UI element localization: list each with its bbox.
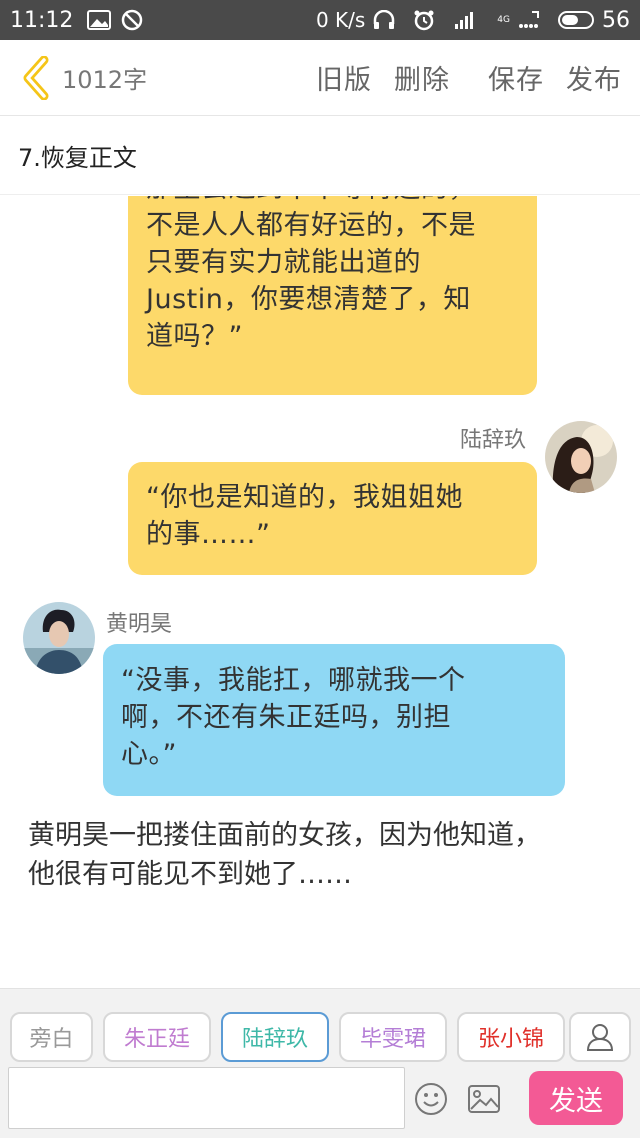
battery-icon: [558, 11, 594, 29]
message-line: Justin，你要想清楚了，知: [146, 284, 471, 315]
character-chips: 旁白 朱正廷 陆辞玖 毕雯珺 张小锦: [10, 1012, 575, 1062]
emoji-button[interactable]: [413, 1081, 449, 1117]
character-chip[interactable]: 张小锦: [457, 1012, 565, 1062]
message-line: 的事……”: [146, 519, 271, 550]
status-bar: 11:12 0 K/s 4G 56: [0, 0, 640, 40]
speaker-name: 黄明昊: [106, 612, 173, 637]
character-chip-selected[interactable]: 陆辞玖: [221, 1012, 329, 1062]
editor-header: 1012字 旧版 删除 保存 发布: [0, 40, 640, 116]
composer-bar: 旁白 朱正廷 陆辞玖 毕雯珺 张小锦 发送: [0, 988, 640, 1138]
narration-line: 黄明昊一把搂住面前的女孩，因为他知道，: [28, 820, 541, 851]
message-bubble[interactable]: “你也是知道的，我姐姐她 的事……”: [128, 462, 537, 575]
message-line: 只要有实力就能出道的: [146, 247, 421, 278]
story-content[interactable]: 那里会遭到不平等待遇的， 不是人人都有好运的，不是 只要有实力就能出道的 Jus…: [0, 196, 640, 988]
avatar[interactable]: [545, 421, 617, 493]
back-button[interactable]: [14, 48, 60, 108]
alarm-icon: [413, 9, 435, 31]
message-line: “你也是知道的，我姐姐她: [146, 482, 463, 513]
character-chip-narrator[interactable]: 旁白: [10, 1012, 93, 1062]
signal-icon: [453, 10, 479, 30]
message-bubble[interactable]: 那里会遭到不平等待遇的， 不是人人都有好运的，不是 只要有实力就能出道的 Jus…: [128, 196, 537, 395]
status-time: 11:12: [10, 7, 74, 33]
message-line: 心。”: [121, 739, 177, 770]
do-not-disturb-icon: [121, 9, 143, 31]
message-line: 那里会遭到不平等待遇的，: [146, 196, 476, 207]
character-chip[interactable]: 毕雯珺: [339, 1012, 447, 1062]
image-button[interactable]: [466, 1081, 502, 1117]
message-bubble[interactable]: “没事，我能扛，哪就我一个 啊，不还有朱正廷吗，别担 心。”: [103, 644, 565, 796]
network-speed: 0 K/s: [315, 8, 366, 32]
send-button[interactable]: 发送: [529, 1071, 623, 1125]
headphones-icon: [373, 10, 395, 30]
save-button[interactable]: 保存: [488, 58, 544, 97]
message-line: “没事，我能扛，哪就我一个: [121, 665, 466, 696]
image-notification-icon: [87, 10, 112, 30]
person-icon: [586, 1024, 614, 1051]
battery-percent: 56: [602, 7, 630, 33]
narration-line: 他很有可能见不到她了……: [28, 859, 352, 890]
publish-button[interactable]: 发布: [566, 58, 622, 97]
message-line: 啊，不还有朱正廷吗，别担: [121, 702, 451, 733]
speaker-name: 陆辞玖: [460, 428, 527, 453]
message-line: 道吗？”: [146, 321, 243, 352]
smiley-icon: [415, 1083, 447, 1115]
cell-signal-icon: [518, 10, 540, 30]
avatar[interactable]: [23, 602, 95, 674]
word-count: 1012字: [62, 66, 148, 94]
chevron-left-icon: [23, 55, 49, 100]
delete-button[interactable]: 删除: [394, 58, 450, 97]
old-version-button[interactable]: 旧版: [316, 58, 372, 97]
message-input[interactable]: [8, 1067, 405, 1129]
manage-characters-button[interactable]: [569, 1012, 631, 1062]
narration-text[interactable]: 黄明昊一把搂住面前的女孩，因为他知道， 他很有可能见不到她了……: [28, 816, 628, 894]
chapter-title[interactable]: 7.恢复正文: [0, 117, 640, 195]
image-icon: [468, 1085, 500, 1113]
character-chip[interactable]: 朱正廷: [103, 1012, 211, 1062]
message-line: 不是人人都有好运的，不是: [146, 210, 476, 241]
carrier-label: 4G: [497, 15, 510, 25]
